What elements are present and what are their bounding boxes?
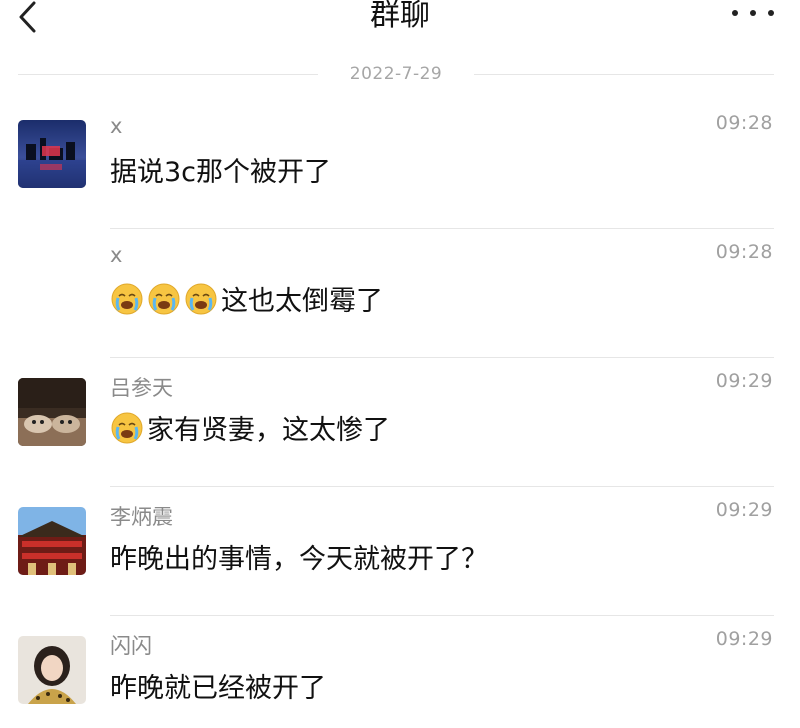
sender-name: 吕参天 <box>110 376 173 400</box>
sender-name: x <box>110 114 123 138</box>
message-text-content: 昨晚出的事情，今天就被开了？ <box>110 544 488 575</box>
message-text-content: 这也太倒霉了 <box>221 286 383 317</box>
group-chat-screen: 群聊 2022-7-29 x 09:28 据说3c那个被开了 x 09:28 这… <box>0 0 800 728</box>
avatar[interactable] <box>18 636 86 704</box>
more-horizontal-icon <box>732 10 738 16</box>
divider <box>474 74 774 75</box>
message-text-content: 昨晚就已经被开了 <box>110 673 326 704</box>
avatar-image <box>18 636 86 704</box>
message-item[interactable]: 吕参天 09:29 家有贤妻，这太惨了 <box>0 358 800 487</box>
sender-name: 李炳震 <box>110 505 173 529</box>
sender-name: 闪闪 <box>110 634 152 658</box>
nav-bar: 群聊 <box>0 0 800 44</box>
loudly-crying-face-icon <box>148 283 180 314</box>
loudly-crying-face-icon <box>111 412 143 443</box>
page-title: 群聊 <box>370 0 430 33</box>
message-item[interactable]: x 09:28 据说3c那个被开了 <box>0 100 800 229</box>
message-text: 这也太倒霉了 <box>110 279 383 318</box>
avatar[interactable] <box>18 378 86 446</box>
more-options-button[interactable] <box>732 8 774 18</box>
more-dot <box>750 10 756 16</box>
date-separator: 2022-7-29 <box>18 62 774 86</box>
avatar[interactable] <box>18 507 86 575</box>
message-time: 09:29 <box>715 499 773 521</box>
message-text: 据说3c那个被开了 <box>110 150 331 189</box>
more-dot <box>768 10 774 16</box>
message-item[interactable]: 李炳震 09:29 昨晚出的事情，今天就被开了？ <box>0 487 800 616</box>
message-text: 昨晚就已经被开了 <box>110 666 326 705</box>
avatar-image <box>18 378 86 446</box>
avatar-image <box>18 120 86 188</box>
message-time: 09:29 <box>715 370 773 392</box>
avatar[interactable] <box>18 120 86 188</box>
loudly-crying-face-icon <box>185 283 217 314</box>
message-time: 09:28 <box>715 241 773 263</box>
message-text: 昨晚出的事情，今天就被开了？ <box>110 537 488 576</box>
message-time: 09:29 <box>715 628 773 650</box>
loudly-crying-face-icon <box>111 283 143 314</box>
message-time: 09:28 <box>715 112 773 134</box>
message-text-content: 据说3c那个被开了 <box>110 157 332 188</box>
message-item[interactable]: x 09:28 这也太倒霉了 <box>0 229 800 358</box>
avatar-image <box>18 507 86 575</box>
message-text: 家有贤妻，这太惨了 <box>110 408 390 447</box>
sender-name: x <box>110 243 123 267</box>
message-item[interactable]: 闪闪 09:29 昨晚就已经被开了 <box>0 616 800 728</box>
message-text-content: 家有贤妻，这太惨了 <box>147 415 390 446</box>
